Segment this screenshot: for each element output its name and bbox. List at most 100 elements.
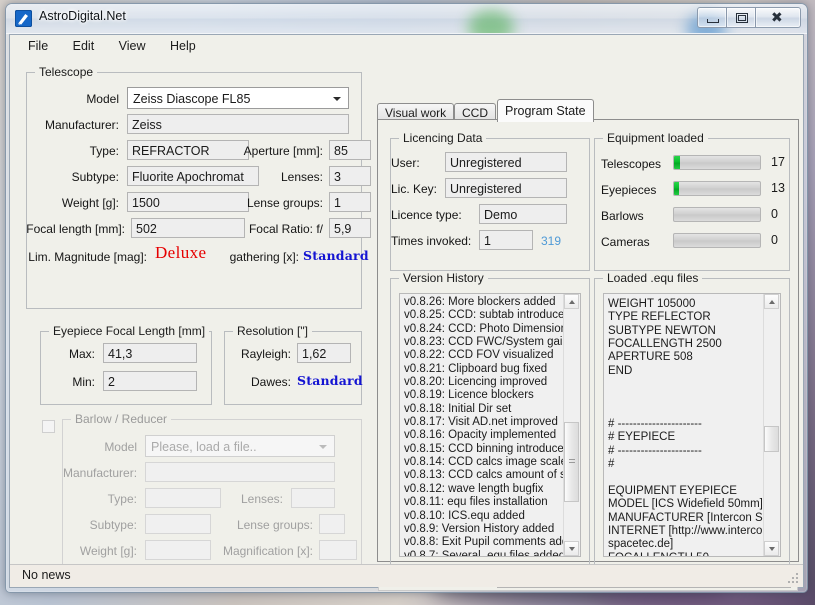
list-item[interactable]: MODEL [ICS Widefield 50mm] [608, 498, 777, 511]
telescope-model-combobox[interactable]: Zeiss Diascope FL85 [127, 87, 349, 109]
list-item[interactable]: v0.8.10: ICS.equ added [404, 510, 577, 523]
licence-user-input[interactable]: Unregistered [445, 152, 567, 172]
rayleigh-input[interactable]: 1,62 [297, 343, 351, 363]
barlow-enable-checkbox[interactable] [42, 420, 55, 433]
scroll-up-icon[interactable] [564, 294, 579, 309]
list-item[interactable]: v0.8.14: CCD calcs image scale [404, 456, 577, 469]
licence-type-input[interactable]: Demo [479, 204, 567, 224]
scrollbar-thumb[interactable] [564, 422, 579, 502]
eyepiece-max-label: Max: [68, 347, 95, 361]
scrollbar-thumb[interactable] [764, 426, 779, 452]
eyepiece-min-input[interactable]: 2 [103, 371, 197, 391]
list-item[interactable]: spacetec.de] [608, 538, 777, 551]
weight-label: Weight [g]: [61, 196, 119, 210]
list-item[interactable]: FOCALLENGTH 2500 [608, 338, 777, 351]
close-button[interactable]: ✖ [755, 7, 801, 28]
title-bar[interactable]: AstroDigital.Net ✖ [6, 4, 807, 34]
telescope-group-title: Telescope [35, 65, 98, 79]
list-item[interactable]: v0.8.20: Licencing improved [404, 376, 577, 389]
list-item[interactable]: EQUIPMENT EYEPIECE [608, 485, 777, 498]
list-item[interactable]: v0.8.9: Version History added [404, 523, 577, 536]
list-item[interactable] [608, 471, 777, 484]
list-item[interactable]: v0.8.12: wave length bugfix [404, 483, 577, 496]
times-invoked-input[interactable]: 1 [479, 230, 533, 250]
menu-help[interactable]: Help [170, 39, 196, 53]
telescope-lenses-input[interactable]: 3 [329, 166, 371, 186]
barlow-lenses-input[interactable] [291, 488, 335, 508]
equ-files-group-title: Loaded .equ files [603, 271, 703, 285]
telescope-lense-groups-input[interactable]: 1 [329, 192, 371, 212]
barlow-lense-groups-label: Lense groups: [236, 518, 313, 532]
licence-key-input[interactable]: Unregistered [445, 178, 567, 198]
scroll-down-icon[interactable] [764, 541, 779, 556]
list-item[interactable] [608, 405, 777, 418]
list-item[interactable]: v0.8.13: CCD calcs amount of sky [404, 469, 577, 482]
list-item[interactable]: v0.8.7: Several .equ files added [404, 550, 577, 556]
list-item[interactable]: v0.8.25: CCD: subtab introduced [404, 309, 577, 322]
menu-edit[interactable]: Edit [73, 39, 95, 53]
list-item[interactable]: MANUFACTURER [Intercon Spacetec] [608, 512, 780, 525]
list-item[interactable] [608, 391, 777, 404]
tab-ccd[interactable]: CCD [454, 103, 496, 120]
version-history-listbox[interactable]: v0.8.26: More blockers added v0.8.25: CCD… [399, 293, 581, 557]
list-item[interactable]: # ---------------------- [608, 418, 777, 431]
list-item[interactable]: v0.8.21: Clipboard bug fixed [404, 363, 577, 376]
list-item[interactable]: END [608, 365, 777, 378]
list-item[interactable]: INTERNET [http://www.intercon- [608, 525, 777, 538]
barlow-lense-groups-input[interactable] [319, 514, 345, 534]
equipment-count-barlows: 0 [771, 207, 778, 221]
gathering-label: gathering [x]: [229, 250, 299, 264]
list-item[interactable]: v0.8.18: Initial Dir set [404, 403, 577, 416]
list-item[interactable]: # ---------------------- [608, 445, 777, 458]
focal-ratio-label: Focal Ratio: f/ [248, 222, 323, 236]
scroll-down-icon[interactable] [564, 541, 579, 556]
eyepiece-max-input[interactable]: 41,3 [103, 343, 197, 363]
menu-file[interactable]: File [28, 39, 48, 53]
equ-files-textbox[interactable]: WEIGHT 105000 TYPE REFLECTOR SUBTYPE NEWTO… [603, 293, 781, 557]
application-window: AstroDigital.Net ✖ File Edit View Help T… [5, 3, 808, 593]
list-item[interactable]: v0.8.15: CCD binning introduced [404, 443, 577, 456]
list-item[interactable]: v0.8.23: CCD FWC/System gain [404, 336, 577, 349]
barlow-magnification-input[interactable] [319, 540, 357, 560]
list-item[interactable]: v0.8.19: Licence blockers [404, 389, 577, 402]
size-grip-icon[interactable] [788, 573, 800, 585]
list-item[interactable] [608, 378, 777, 391]
equipment-progress-telescopes [673, 155, 761, 170]
equ-files-content: WEIGHT 105000 TYPE REFLECTOR SUBTYPE NEWTO… [604, 294, 780, 556]
barlow-subtype-input[interactable] [145, 514, 211, 534]
barlow-group-title: Barlow / Reducer [71, 412, 172, 426]
times-invoked-label: Times invoked: [391, 234, 472, 248]
telescope-manufacturer-input[interactable]: Zeiss [127, 114, 349, 134]
list-item[interactable]: v0.8.8: Exit Pupil comments added [404, 536, 580, 549]
version-history-scrollbar[interactable] [563, 294, 580, 556]
tab-program-state[interactable]: Program State [497, 99, 594, 122]
barlow-manufacturer-input[interactable] [145, 462, 335, 482]
menu-view[interactable]: View [119, 39, 146, 53]
list-item[interactable]: FOCALLENGTH 50 [608, 552, 777, 556]
barlow-model-combobox[interactable]: Please, load a file.. [145, 435, 335, 457]
scroll-up-icon[interactable] [764, 294, 779, 309]
telescope-focal-ratio-input[interactable]: 5,9 [329, 218, 371, 238]
list-item[interactable]: v0.8.26: More blockers added [404, 296, 577, 309]
tab-visual-work[interactable]: Visual work [377, 103, 455, 120]
minimize-button[interactable] [697, 7, 727, 28]
list-item[interactable]: v0.8.16: Opacity implemented [404, 429, 577, 442]
list-item[interactable]: APERTURE 508 [608, 351, 777, 364]
list-item[interactable]: v0.8.11: equ files installation [404, 496, 577, 509]
list-item[interactable]: # EYEPIECE [608, 431, 777, 444]
list-item[interactable]: v0.8.24: CCD: Photo Dimensions [404, 323, 577, 336]
barlow-type-input[interactable] [145, 488, 221, 508]
equipment-progress-barlows [673, 207, 761, 222]
list-item[interactable]: TYPE REFLECTOR [608, 311, 777, 324]
list-item[interactable]: v0.8.22: CCD FOV visualized [404, 349, 577, 362]
telescope-type-input[interactable]: REFRACTOR [127, 140, 249, 160]
maximize-button[interactable] [726, 7, 756, 28]
list-item[interactable]: # [608, 458, 777, 471]
list-item[interactable]: WEIGHT 105000 [608, 298, 777, 311]
telescope-aperture-input[interactable]: 85 [329, 140, 371, 160]
telescope-subtype-input[interactable]: Fluorite Apochromat [127, 166, 259, 186]
list-item[interactable]: v0.8.17: Visit AD.net improved [404, 416, 577, 429]
list-item[interactable]: SUBTYPE NEWTON [608, 325, 777, 338]
telescope-model-value: Zeiss Diascope FL85 [133, 92, 251, 106]
equ-files-scrollbar[interactable] [763, 294, 780, 556]
